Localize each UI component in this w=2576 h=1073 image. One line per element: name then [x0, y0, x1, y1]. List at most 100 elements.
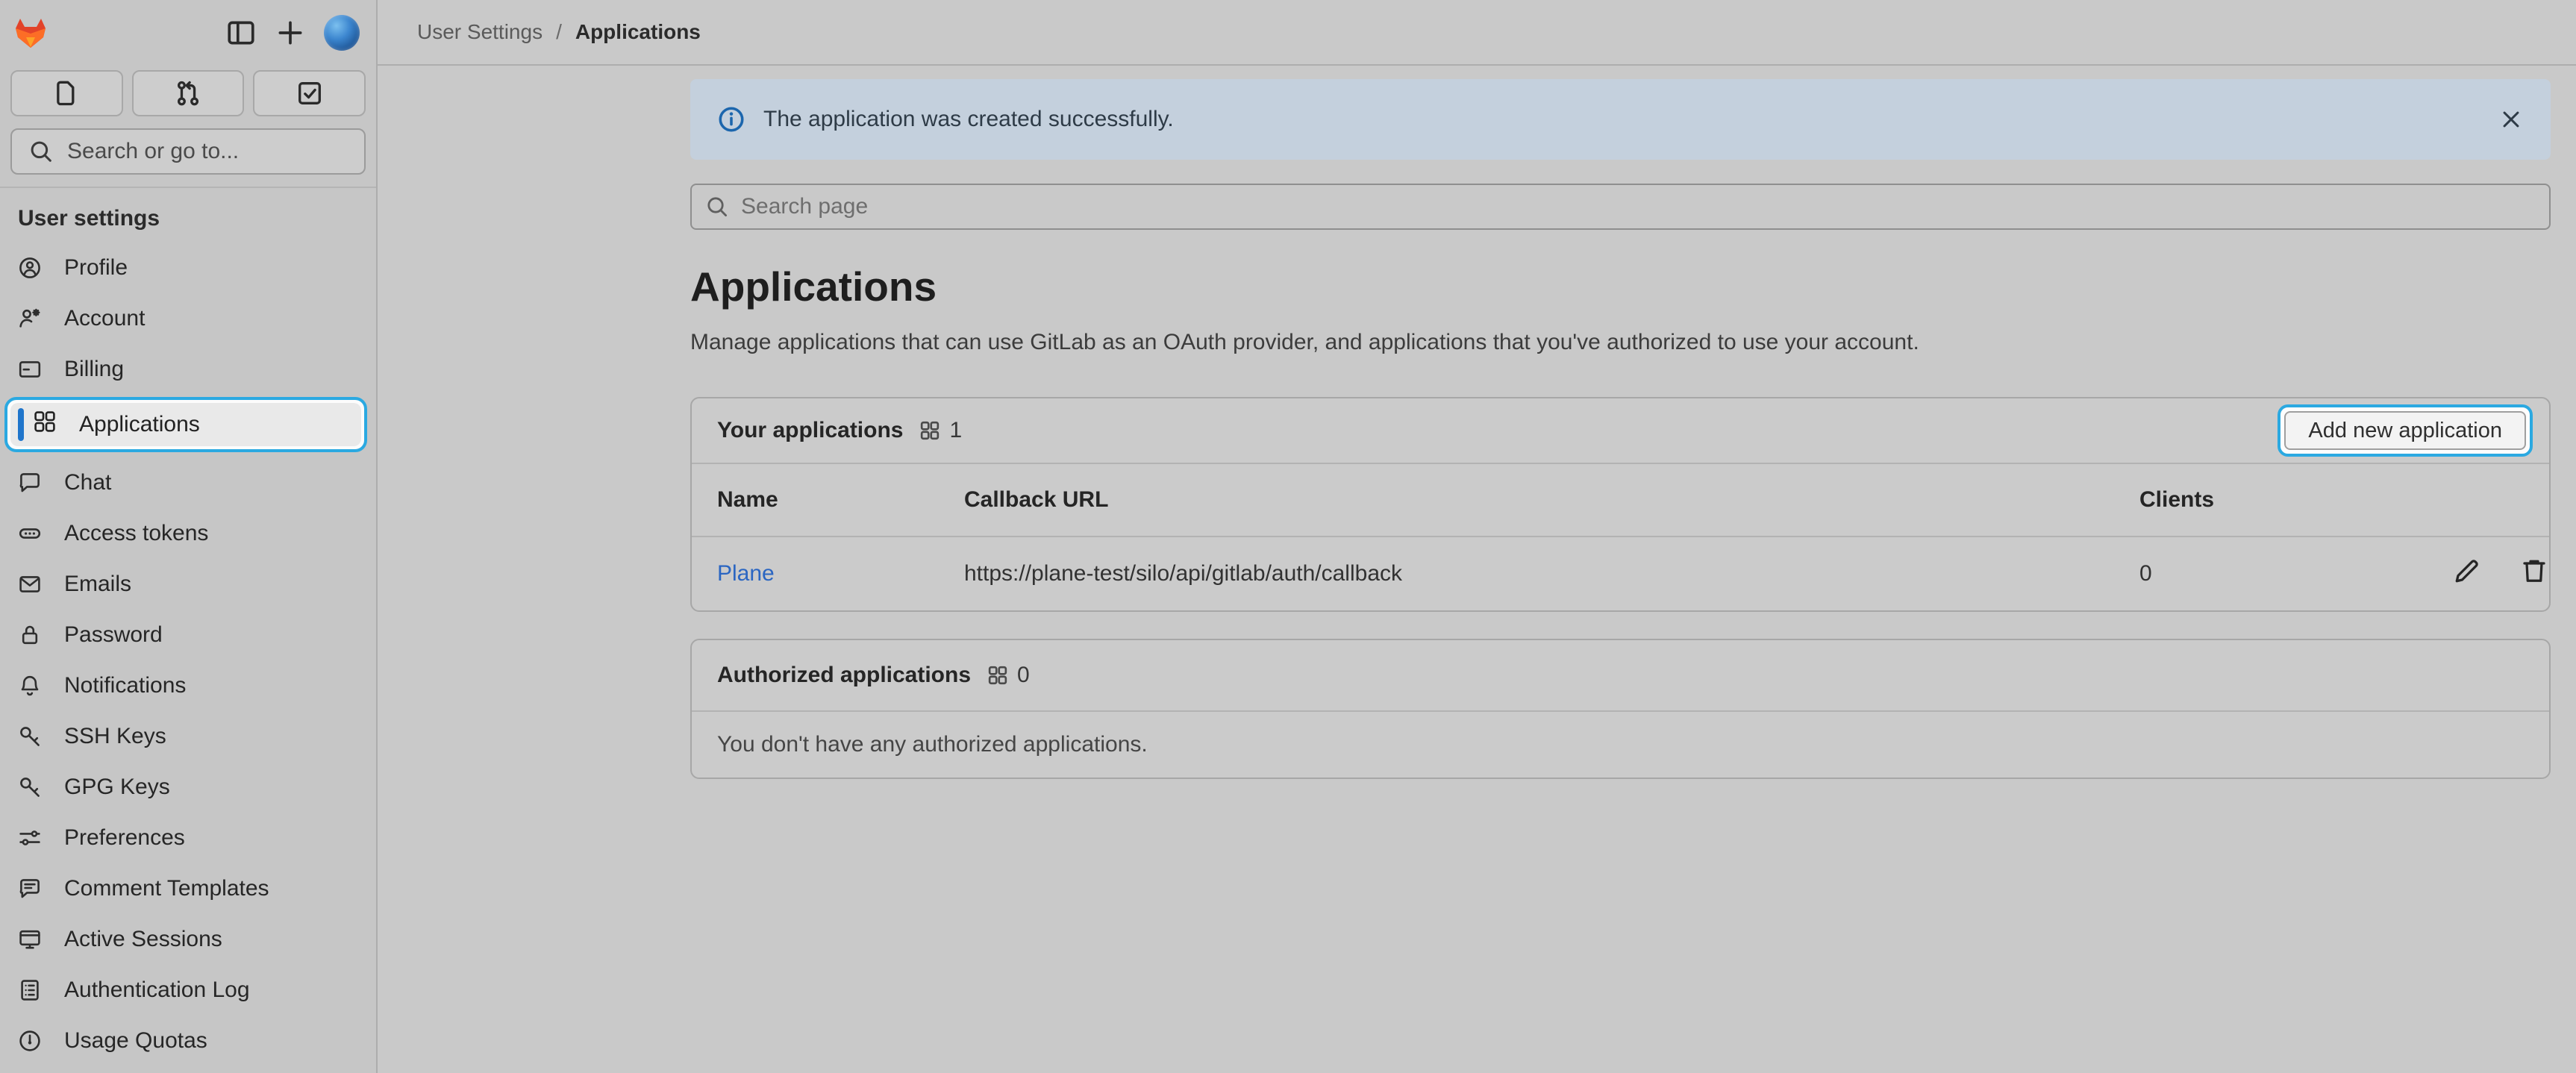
key-icon — [18, 775, 42, 799]
column-header-callback-url: Callback URL — [964, 464, 2139, 536]
sidebar-item-emails[interactable]: Emails — [9, 561, 367, 607]
avatar[interactable] — [324, 15, 360, 51]
alert-message: The application was created successfully… — [763, 107, 1174, 132]
your-applications-header: Your applications 1 Add new application — [692, 398, 2549, 463]
global-search-label: Search or go to... — [67, 139, 239, 164]
active-item-indicator — [18, 408, 24, 441]
alert-close-button[interactable] — [2498, 107, 2524, 132]
sidebar-item-ssh-keys[interactable]: SSH Keys — [9, 713, 367, 760]
issues-icon — [52, 79, 81, 107]
usage-quotas-icon — [18, 1029, 42, 1053]
authorized-applications-card: Authorized applications 0 You don't have… — [690, 639, 2551, 779]
gitlab-logo-icon[interactable] — [12, 16, 49, 50]
sidebar-item-label: Usage Quotas — [64, 1028, 207, 1054]
notifications-icon — [18, 674, 42, 698]
sidebar: Search or go to... User settings Profile… — [0, 0, 378, 1073]
your-applications-card: Your applications 1 Add new application … — [690, 397, 2551, 612]
row-actions-cell — [2296, 536, 2549, 610]
content-area: User Settings / Applications The applica… — [378, 0, 2576, 1073]
authentication-log-icon — [18, 978, 42, 1002]
page-search-input[interactable] — [740, 193, 2536, 220]
gitlab-app: Search or go to... User settings Profile… — [0, 0, 2576, 1073]
applications-grid-icon — [919, 420, 940, 441]
application-name-cell: Plane — [692, 536, 964, 610]
sidebar-item-comment-templates[interactable]: Comment Templates — [9, 866, 367, 912]
add-application-focus-ring: Add new application — [2278, 404, 2533, 457]
content-header: User Settings / Applications — [378, 0, 2576, 66]
sidebar-top-actions — [225, 15, 360, 51]
sidebar-item-label: Account — [64, 306, 145, 331]
sidebar-item-authentication-log[interactable]: Authentication Log — [9, 967, 367, 1013]
sidebar-item-chat[interactable]: Chat — [9, 460, 367, 506]
table-header-row: Name Callback URL Clients — [692, 464, 2549, 536]
sidebar-item-password[interactable]: Password — [9, 612, 367, 658]
pencil-icon — [2452, 556, 2482, 586]
sidebar-heading: User settings — [18, 206, 376, 231]
sidebar-item-label: Profile — [64, 255, 128, 281]
authorized-applications-empty-message: You don't have any authorized applicatio… — [692, 712, 2549, 778]
create-new-button[interactable] — [275, 17, 306, 49]
sidebar-item-label: Access tokens — [64, 521, 208, 546]
application-link[interactable]: Plane — [717, 561, 775, 586]
applications-icon — [33, 410, 57, 439]
breadcrumb-separator: / — [556, 20, 562, 44]
your-applications-title: Your applications — [717, 418, 903, 443]
account-icon — [18, 307, 42, 331]
password-icon — [18, 623, 42, 647]
sidebar-item-gpg-keys[interactable]: GPG Keys — [9, 764, 367, 810]
sidebar-item-label: Active Sessions — [64, 927, 222, 952]
sidebar-item-label: SSH Keys — [64, 724, 166, 749]
sidebar-item-preferences[interactable]: Preferences — [9, 815, 367, 861]
sidebar-item-label: Authentication Log — [64, 977, 250, 1003]
sidebar-item-label: Chat — [64, 470, 111, 495]
sidebar-item-account[interactable]: Account — [9, 295, 367, 342]
edit-application-button[interactable] — [2452, 556, 2482, 586]
sidebar-item-label: GPG Keys — [64, 775, 170, 800]
trash-icon — [2519, 556, 2549, 586]
column-header-clients: Clients — [2139, 464, 2296, 536]
sidebar-item-label: Comment Templates — [64, 876, 269, 901]
page-description: Manage applications that can use GitLab … — [690, 330, 2551, 355]
access-tokens-icon — [18, 522, 42, 545]
sidebar-item-label: Billing — [64, 357, 124, 382]
breadcrumb-parent[interactable]: User Settings — [417, 20, 543, 44]
todo-list-shortcut-button[interactable] — [253, 70, 366, 116]
sidebar-item-profile[interactable]: Profile — [9, 245, 367, 291]
chat-icon — [18, 471, 42, 495]
sidebar-item-active-sessions[interactable]: Active Sessions — [9, 916, 367, 963]
sidebar-shortcuts — [0, 66, 376, 116]
delete-application-button[interactable] — [2519, 556, 2549, 586]
billing-icon — [18, 357, 42, 381]
profile-icon — [18, 256, 42, 280]
applications-grid-icon — [987, 665, 1008, 686]
search-icon — [705, 195, 729, 219]
sidebar-item-label: Preferences — [64, 825, 185, 851]
user-settings-nav: Profile Account Billing Applications Cha… — [0, 245, 376, 1069]
applications-table: Name Callback URL Clients Plane https://… — [692, 464, 2549, 610]
global-search-button[interactable]: Search or go to... — [10, 128, 366, 175]
sidebar-item-label: Emails — [64, 572, 131, 597]
sidebar-item-usage-quotas[interactable]: Usage Quotas — [9, 1018, 367, 1064]
sidebar-item-notifications[interactable]: Notifications — [9, 663, 367, 709]
sidebar-toggle-button[interactable] — [225, 17, 257, 49]
sidebar-item-applications[interactable]: Applications — [4, 397, 367, 452]
sidebar-item-billing[interactable]: Billing — [9, 346, 367, 392]
merge-requests-shortcut-button[interactable] — [132, 70, 245, 116]
column-header-actions — [2296, 464, 2549, 536]
sidebar-item-access-tokens[interactable]: Access tokens — [9, 510, 367, 557]
sidebar-divider — [0, 187, 376, 188]
sidebar-item-label: Notifications — [64, 673, 186, 698]
issues-shortcut-button[interactable] — [10, 70, 123, 116]
table-row: Plane https://plane-test/silo/api/gitlab… — [692, 536, 2549, 610]
add-new-application-button[interactable]: Add new application — [2284, 411, 2526, 450]
main-area: The application was created successfully… — [378, 66, 2576, 779]
success-alert: The application was created successfully… — [690, 79, 2551, 160]
clients-cell: 0 — [2139, 536, 2296, 610]
plus-icon — [275, 17, 306, 49]
comment-templates-icon — [18, 877, 42, 901]
your-applications-count: 1 — [949, 418, 962, 443]
active-sessions-icon — [18, 927, 42, 951]
sidebar-item-label: Password — [64, 622, 163, 648]
info-icon — [717, 105, 745, 134]
key-icon — [18, 725, 42, 748]
